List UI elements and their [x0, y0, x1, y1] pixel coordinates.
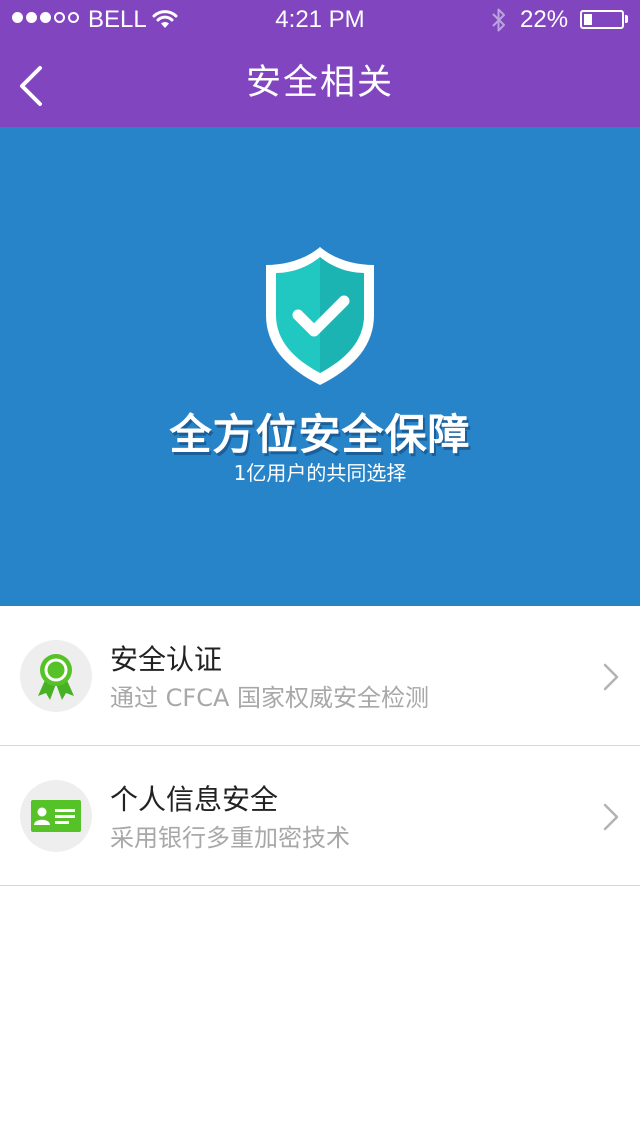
bluetooth-icon: [490, 6, 508, 41]
award-ribbon-icon: [20, 640, 92, 712]
shield-check-icon: [266, 247, 374, 385]
hero-banner: 全方位安全保障 1亿用户的共同选择: [0, 127, 640, 606]
battery-fill: [584, 14, 592, 25]
battery-percent: 22%: [520, 6, 569, 33]
list-item-personal-info-security[interactable]: 个人信息安全 采用银行多重加密技术: [0, 746, 640, 886]
list-item-title: 安全认证: [110, 643, 223, 676]
chevron-right-icon: [603, 803, 619, 831]
page-title: 安全相关: [245, 63, 394, 103]
list-item-security-certification[interactable]: 安全认证 通过 CFCA 国家权威安全检测: [0, 606, 640, 746]
battery-icon: [580, 10, 624, 29]
settings-list: 安全认证 通过 CFCA 国家权威安全检测 个人信息安全 采用银行多重加密技术: [0, 606, 640, 886]
hero-title: 全方位安全保障: [169, 410, 471, 459]
status-bar: BELL 4:21 PM 22%: [0, 0, 640, 40]
top-bar: BELL 4:21 PM 22% 安全相关: [0, 0, 640, 127]
list-item-subtitle: 采用银行多重加密技术: [110, 824, 350, 852]
list-item-subtitle: 通过 CFCA 国家权威安全检测: [110, 684, 429, 712]
id-card-icon: [20, 780, 92, 852]
battery-tip: [625, 15, 628, 23]
hero-subtitle: 1亿用户的共同选择: [233, 461, 407, 485]
list-item-title: 个人信息安全: [110, 783, 279, 816]
screen: BELL 4:21 PM 22% 安全相关 全方位安全保障 1亿用户的共同选择 …: [0, 0, 640, 1136]
chevron-right-icon: [603, 663, 619, 691]
nav-bar: 安全相关: [0, 40, 640, 127]
